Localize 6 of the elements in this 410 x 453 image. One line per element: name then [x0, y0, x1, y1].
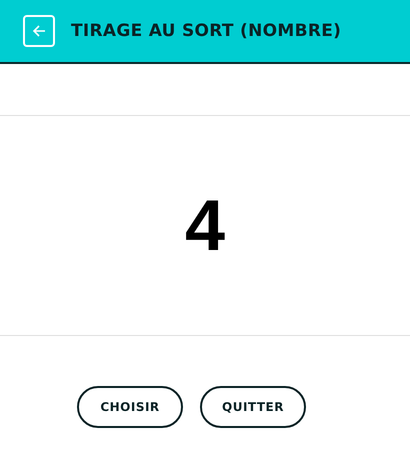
page-title: TIRAGE AU SORT (NOMBRE): [71, 21, 342, 41]
quit-button[interactable]: QUITTER: [200, 386, 306, 428]
drawn-number: 4: [184, 184, 226, 266]
back-button[interactable]: [23, 15, 55, 47]
arrow-left-icon: [31, 23, 47, 39]
choose-button[interactable]: CHOISIR: [77, 386, 183, 428]
